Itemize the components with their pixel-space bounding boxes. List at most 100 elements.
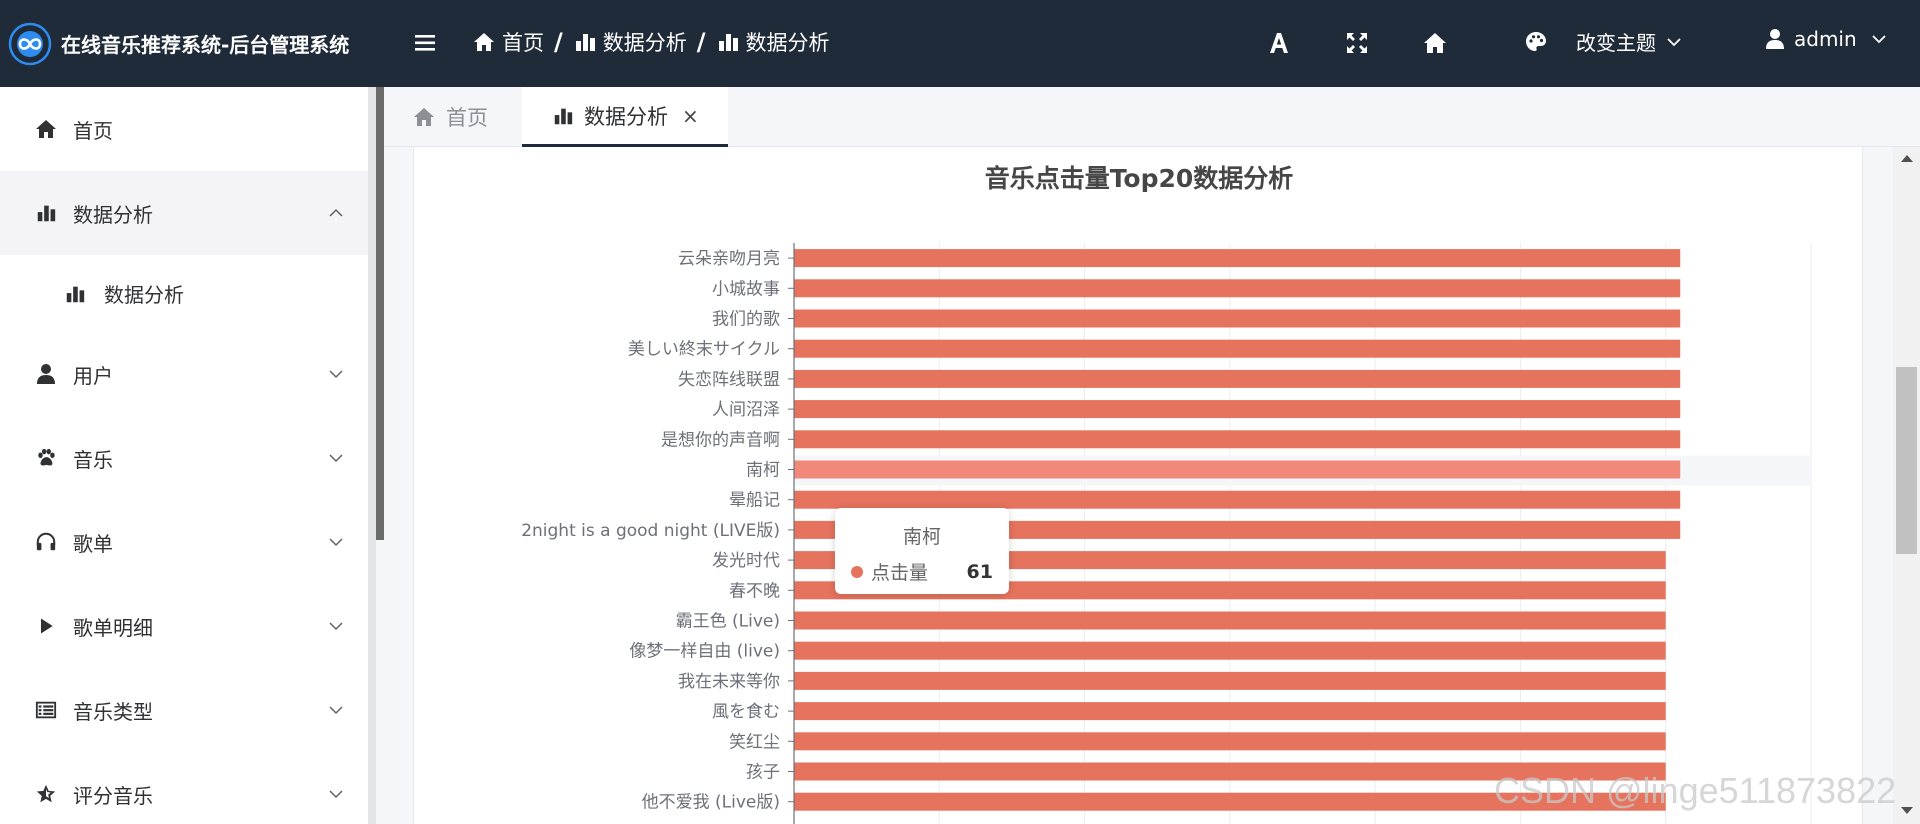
breadcrumb-label: 数据分析	[745, 31, 830, 55]
close-icon[interactable]: ×	[682, 104, 699, 128]
bar-chart-icon	[63, 282, 87, 306]
sidebar-item-playlist[interactable]: 歌单	[0, 500, 368, 584]
sidebar-item-label: 评分音乐	[73, 783, 153, 808]
chevron-down-icon	[329, 538, 343, 547]
sidebar-item-label: 音乐类型	[73, 699, 153, 724]
home-button[interactable]	[1422, 30, 1448, 56]
breadcrumb-separator: /	[554, 28, 563, 56]
hamburger-menu-icon[interactable]	[414, 30, 436, 56]
bar	[794, 279, 1681, 298]
chevron-down-icon	[329, 454, 343, 463]
sidebar-subitem-data-analysis[interactable]: 数据分析	[0, 255, 368, 332]
sidebar-item-data-analysis[interactable]: 数据分析	[0, 171, 368, 255]
play-icon	[34, 614, 58, 638]
chevron-down-icon	[329, 790, 343, 799]
breadcrumb-label: 数据分析	[602, 31, 687, 55]
series-color-dot	[851, 565, 863, 578]
breadcrumb-home[interactable]: 首页	[472, 27, 544, 57]
bar-chart-icon	[554, 108, 573, 124]
scroll-down-arrow-icon[interactable]	[1901, 807, 1913, 814]
bar	[794, 369, 1681, 388]
bar	[794, 671, 1666, 690]
sidebar-item-music-type[interactable]: 音乐类型	[0, 668, 368, 752]
fullscreen-button[interactable]	[1344, 30, 1370, 56]
user-dropdown[interactable]: admin	[1764, 27, 1887, 51]
chevron-down-icon	[1872, 35, 1886, 44]
bar-chart-icon	[718, 34, 738, 51]
tooltip-row: 点击量 61	[851, 558, 993, 585]
breadcrumb-separator: /	[696, 28, 706, 56]
y-tick-label: 他不爱我 (Live版)	[642, 793, 780, 813]
y-tick-label: 小城故事	[712, 279, 780, 299]
page-scrollbar[interactable]	[1893, 147, 1920, 824]
sidebar-item-users[interactable]: 用户	[0, 332, 368, 416]
tooltip-title: 南柯	[902, 526, 941, 548]
bar	[794, 339, 1681, 358]
chevron-up-icon	[329, 208, 343, 217]
username: admin	[1794, 27, 1857, 51]
palette-icon	[1526, 31, 1546, 51]
list-icon	[34, 698, 58, 722]
sidebar-item-rating[interactable]: 评分音乐	[0, 752, 368, 824]
chart-tooltip: 南柯 点击量 61	[835, 508, 1009, 594]
y-tick-label: 我们的歌	[712, 310, 780, 330]
y-tick-label: 云朵亲吻月亮	[678, 249, 780, 269]
font-icon	[1270, 33, 1288, 53]
fullscreen-icon	[1347, 33, 1367, 53]
user-icon	[34, 362, 58, 386]
app-title: 在线音乐推荐系统-后台管理系统	[61, 33, 350, 57]
chevron-down-icon	[329, 370, 343, 379]
font-size-button[interactable]	[1266, 30, 1292, 56]
paw-icon	[34, 446, 58, 470]
home-icon	[34, 117, 58, 141]
sidebar-item-label: 数据分析	[73, 202, 153, 227]
chart-title: 音乐点击量Top20数据分析	[985, 164, 1294, 193]
tab-label: 首页	[446, 106, 488, 130]
y-tick-label: 南柯	[746, 461, 780, 481]
chevron-down-icon	[1667, 37, 1681, 46]
home-icon	[414, 108, 434, 126]
bar	[794, 490, 1681, 509]
bar-chart: 音乐点击量Top20数据分析云朵亲吻月亮小城故事我们的歌美しい終末サイクル失恋阵…	[521, 164, 1812, 824]
y-tick-label: 美しい終末サイクル	[628, 340, 780, 360]
bar	[794, 732, 1666, 751]
change-theme-dropdown[interactable]: 改变主题	[1524, 27, 1682, 56]
bar-chart-icon	[575, 34, 595, 51]
bar	[794, 430, 1681, 449]
tab-data-analysis[interactable]: 数据分析 ×	[522, 87, 728, 147]
bar	[794, 309, 1681, 328]
sidebar-item-label: 首页	[73, 118, 113, 143]
y-tick-label: 像梦一样自由 (live)	[629, 642, 780, 662]
sidebar-item-home[interactable]: 首页	[0, 87, 368, 171]
breadcrumb-analysis[interactable]: 数据分析	[573, 27, 687, 57]
logo-icon	[8, 22, 52, 65]
breadcrumb-current: 数据分析	[716, 27, 830, 57]
tab-home[interactable]: 首页	[412, 87, 488, 147]
y-tick-label: 風を食む	[712, 702, 780, 722]
sidebar-item-playlist-detail[interactable]: 歌单明细	[0, 584, 368, 668]
chevron-down-icon	[329, 622, 343, 631]
bar	[794, 249, 1681, 268]
scroll-up-arrow-icon[interactable]	[1901, 155, 1913, 162]
user-icon	[1766, 29, 1784, 49]
bar	[794, 400, 1681, 419]
tooltip-value: 61	[966, 560, 993, 583]
sidebar-item-label: 数据分析	[104, 283, 184, 307]
breadcrumb-label: 首页	[502, 31, 544, 55]
star-icon	[34, 782, 58, 806]
sidebar-item-label: 用户	[73, 363, 113, 388]
y-tick-label: 孩子	[746, 763, 780, 783]
theme-label: 改变主题	[1576, 31, 1656, 55]
home-icon	[474, 33, 494, 51]
y-tick-label: 霸王色 (Live)	[676, 612, 780, 632]
sidebar-scrollbar[interactable]	[376, 87, 384, 540]
y-tick-label: 失恋阵线联盟	[678, 369, 780, 390]
tooltip-series-name: 点击量	[871, 562, 929, 584]
y-tick-label: 我在未来等你	[678, 672, 780, 692]
headphones-icon	[34, 530, 58, 554]
sidebar-item-music[interactable]: 音乐	[0, 416, 368, 500]
y-tick-label: 人间沼泽	[712, 400, 780, 420]
scrollbar-thumb[interactable]	[1896, 367, 1917, 554]
breadcrumb: 首页 / 数据分析 / 数据分析	[472, 0, 830, 84]
chart-card: 音乐点击量Top20数据分析云朵亲吻月亮小城故事我们的歌美しい終末サイクル失恋阵…	[413, 147, 1863, 824]
